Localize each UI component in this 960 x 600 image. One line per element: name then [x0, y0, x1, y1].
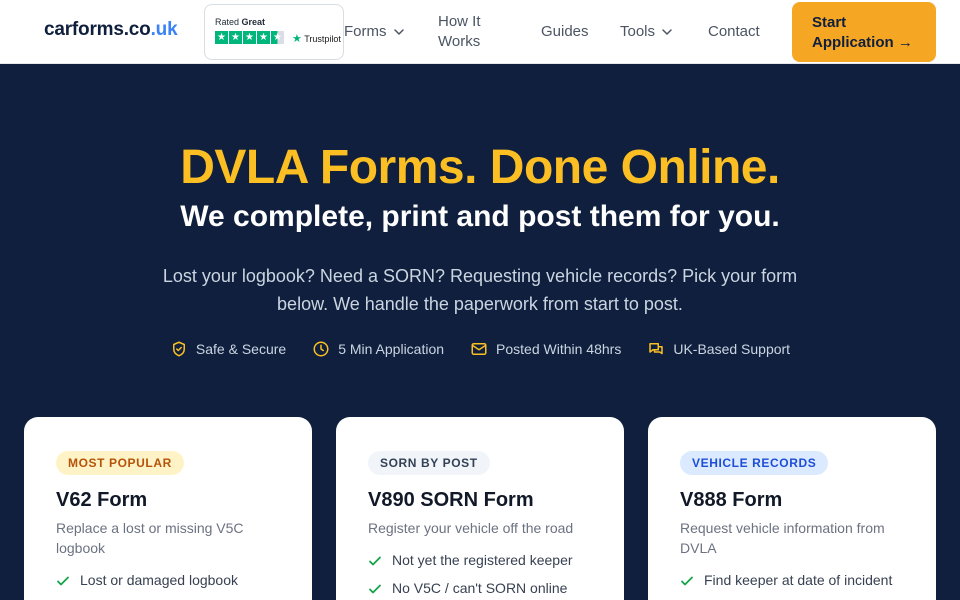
badge-5-min-application: 5 Min Application	[312, 340, 444, 358]
card-title: V890 SORN Form	[368, 489, 534, 511]
feature-list: Not yet the registered keeper No V5C / c…	[368, 550, 592, 598]
vehicle-records-tag: VEHICLE RECORDS	[680, 451, 829, 475]
start-application-button[interactable]: Start Application →	[792, 2, 936, 62]
trustpilot-logo-icon: ★	[292, 33, 302, 45]
site-logo[interactable]: carforms.co.uk	[44, 19, 178, 41]
site-header: carforms.co.uk Rated Great ★ ★ ★ ★ ★ ★ T…	[0, 0, 960, 64]
hero-subtitle: We complete, print and post them for you…	[180, 200, 780, 233]
chevron-down-icon	[393, 28, 404, 35]
nav-how-it-works[interactable]: How It Works	[438, 12, 498, 52]
star-icon: ★	[243, 31, 256, 44]
nav-contact[interactable]: Contact	[708, 23, 760, 40]
nav-forms-label: Forms	[344, 23, 387, 40]
list-item: Not yet the registered keeper	[368, 550, 592, 570]
badge-label: UK-Based Support	[673, 341, 791, 357]
nav-forms[interactable]: Forms	[344, 23, 405, 40]
badge-label: Safe & Secure	[195, 341, 287, 357]
card-description: Register your vehicle off the road	[368, 520, 574, 536]
card-title: V888 Form	[680, 489, 783, 511]
card-description: Replace a lost or missing V5C logbook	[56, 520, 244, 556]
half-star-icon: ★	[271, 31, 284, 44]
badge-posted-48hrs: Posted Within 48hrs	[470, 340, 621, 358]
feature-list: Lost or damaged logbook	[56, 570, 280, 590]
trustpilot-rated-label: Rated	[215, 17, 240, 27]
mail-icon	[471, 343, 487, 355]
trustpilot-widget[interactable]: Rated Great ★ ★ ★ ★ ★ ★ Trustpilot	[204, 4, 344, 60]
form-card-v890[interactable]: SORN BY POST V890 SORN Form Register you…	[336, 417, 624, 600]
badge-label: 5 Min Application	[338, 341, 445, 357]
trust-badges: Safe & Secure 5 Min Application Posted W…	[0, 340, 960, 358]
check-icon	[681, 576, 693, 586]
clock-icon	[313, 341, 329, 357]
check-icon	[369, 584, 381, 594]
feature-text: No V5C / can't SORN online	[392, 580, 568, 596]
list-item: No V5C / can't SORN online	[368, 578, 592, 598]
feature-list: Find keeper at date of incident	[680, 570, 904, 590]
card-description: Request vehicle information from DVLA	[680, 520, 885, 556]
feature-text: Find keeper at date of incident	[704, 572, 893, 588]
star-icon: ★	[257, 31, 270, 44]
trustpilot-rating-word: Great	[241, 17, 266, 27]
badge-label: Posted Within 48hrs	[496, 341, 622, 357]
trustpilot-rating-text: Rated Great	[215, 17, 265, 27]
chat-icon	[649, 343, 664, 355]
shield-check-icon	[172, 341, 185, 357]
form-card-v62[interactable]: MOST POPULAR V62 Form Replace a lost or …	[24, 417, 312, 600]
star-icon: ★	[229, 31, 242, 44]
badge-uk-support: UK-Based Support	[647, 340, 790, 358]
check-icon	[57, 576, 69, 586]
hero-title: DVLA Forms. Done Online.	[180, 141, 780, 194]
nav-tools[interactable]: Tools	[620, 23, 673, 40]
trustpilot-brand-label: Trustpilot	[304, 34, 341, 44]
feature-text: Lost or damaged logbook	[80, 572, 238, 588]
card-title: V62 Form	[56, 489, 148, 511]
form-card-v888[interactable]: VEHICLE RECORDS V888 Form Request vehicl…	[648, 417, 936, 600]
trustpilot-brand: ★ Trustpilot	[292, 32, 341, 45]
check-icon	[369, 556, 381, 566]
star-icon: ★	[215, 31, 228, 44]
list-item: Lost or damaged logbook	[56, 570, 280, 590]
chevron-down-icon	[662, 28, 672, 35]
nav-guides[interactable]: Guides	[541, 23, 589, 40]
logo-text: carforms.co	[44, 19, 151, 40]
most-popular-tag: MOST POPULAR	[56, 451, 184, 475]
feature-text: Not yet the registered keeper	[392, 552, 573, 568]
sorn-by-post-tag: SORN BY POST	[368, 451, 490, 475]
hero-description: Lost your logbook? Need a SORN? Requesti…	[162, 266, 798, 314]
trustpilot-stars: ★ ★ ★ ★ ★	[215, 31, 284, 44]
badge-safe-secure: Safe & Secure	[170, 340, 286, 358]
list-item: Find keeper at date of incident	[680, 570, 904, 590]
logo-accent: .uk	[150, 19, 178, 40]
nav-tools-label: Tools	[620, 23, 656, 40]
